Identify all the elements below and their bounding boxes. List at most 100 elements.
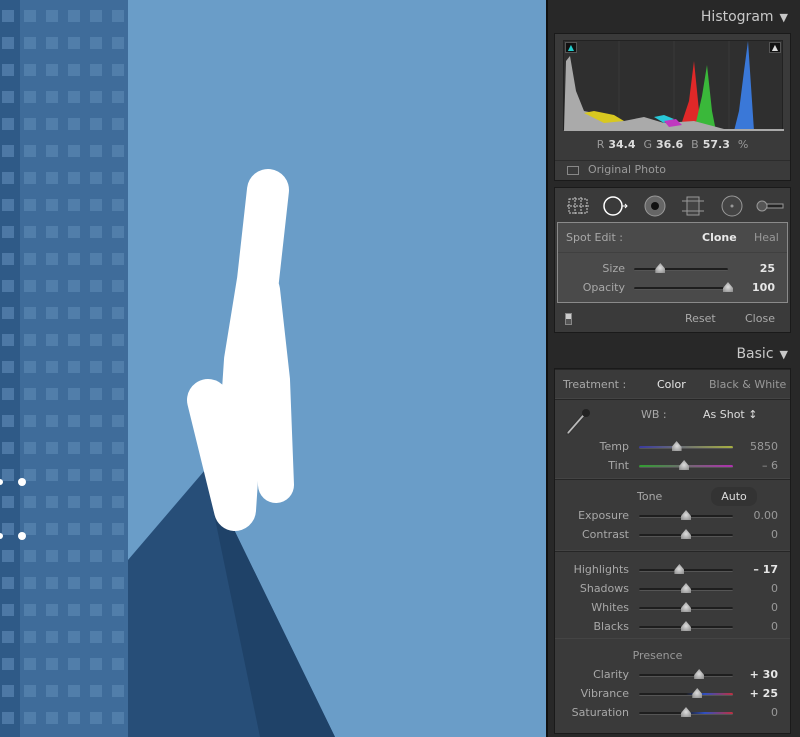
- building-window: [2, 10, 14, 22]
- highlight-clipping-icon[interactable]: ▲: [769, 42, 781, 53]
- treatment-label: Treatment :: [563, 378, 627, 391]
- building-window: [90, 361, 102, 373]
- clarity-slider[interactable]: [639, 669, 733, 679]
- vibrance-slider[interactable]: [639, 688, 733, 698]
- slider-value[interactable]: 0: [771, 598, 778, 617]
- collapse-triangle-icon: ▼: [779, 11, 788, 24]
- slider-thumb[interactable]: [681, 510, 691, 520]
- original-photo-toggle[interactable]: Original Photo: [555, 160, 790, 177]
- crop-overlay-icon[interactable]: [563, 193, 593, 219]
- building-window: [24, 118, 36, 130]
- photo-canvas[interactable]: [0, 0, 546, 737]
- slider-thumb[interactable]: [681, 621, 691, 631]
- slider-label: Opacity: [582, 281, 625, 294]
- whites-slider[interactable]: [639, 602, 733, 612]
- building-window: [24, 658, 36, 670]
- slider-value[interactable]: 0: [771, 579, 778, 598]
- building-window: [112, 172, 124, 184]
- clone-button[interactable]: Clone: [702, 223, 737, 253]
- building-window: [46, 442, 58, 454]
- slider-value[interactable]: – 17: [753, 560, 778, 579]
- slider-value[interactable]: 0: [771, 617, 778, 636]
- building-window: [2, 685, 14, 697]
- building-window: [68, 199, 80, 211]
- close-button[interactable]: Close: [745, 308, 775, 330]
- red-eye-icon[interactable]: [640, 193, 670, 219]
- building-window: [68, 118, 80, 130]
- building-window: [2, 199, 14, 211]
- slider-value[interactable]: + 30: [750, 665, 778, 684]
- slider-value[interactable]: 25: [760, 259, 775, 278]
- auto-tone-button[interactable]: Auto: [711, 487, 757, 506]
- slider-thumb[interactable]: [681, 583, 691, 593]
- building-window: [24, 442, 36, 454]
- building-window: [90, 496, 102, 508]
- building-window: [112, 604, 124, 616]
- slider-thumb[interactable]: [681, 707, 691, 717]
- slider-thumb[interactable]: [674, 564, 685, 574]
- building-window: [2, 226, 14, 238]
- spot-removal-icon[interactable]: [601, 193, 631, 219]
- slider-thumb[interactable]: [655, 263, 666, 273]
- slider-value[interactable]: 5850: [750, 437, 778, 456]
- slider-value[interactable]: 0: [771, 703, 778, 722]
- building-window: [46, 334, 58, 346]
- slider-row-opacity: Opacity 100: [558, 278, 787, 297]
- radial-filter-icon[interactable]: [717, 193, 747, 219]
- adjustment-brush-icon[interactable]: [755, 193, 785, 219]
- building-window: [46, 685, 58, 697]
- size-slider[interactable]: [634, 263, 728, 273]
- building-window: [24, 172, 36, 184]
- building-window: [24, 631, 36, 643]
- building-window: [68, 226, 80, 238]
- building-window: [68, 469, 80, 481]
- shadow-clipping-icon[interactable]: ▲: [565, 42, 577, 53]
- building-window: [24, 604, 36, 616]
- tint-slider[interactable]: [639, 460, 733, 470]
- heal-button[interactable]: Heal: [754, 223, 779, 253]
- building-window: [24, 496, 36, 508]
- slider-thumb[interactable]: [671, 441, 682, 451]
- building-window: [24, 253, 36, 265]
- slider-thumb[interactable]: [694, 669, 705, 679]
- slider-thumb[interactable]: [681, 602, 691, 612]
- panel-toggle-icon[interactable]: [565, 313, 572, 325]
- slider-value[interactable]: 0.00: [754, 506, 779, 525]
- exposure-slider[interactable]: [639, 510, 733, 520]
- blacks-slider[interactable]: [639, 621, 733, 631]
- building-window: [90, 118, 102, 130]
- slider-value[interactable]: 100: [752, 278, 775, 297]
- building-window: [46, 361, 58, 373]
- slider-row-shadows: Shadows 0: [555, 579, 790, 598]
- slider-value[interactable]: + 25: [750, 684, 778, 703]
- building-window: [46, 64, 58, 76]
- opacity-slider[interactable]: [634, 282, 733, 292]
- graduated-filter-icon[interactable]: [678, 193, 708, 219]
- wb-select[interactable]: As Shot ↕: [703, 408, 757, 421]
- slider-label: Saturation: [571, 706, 629, 719]
- building-window: [46, 631, 58, 643]
- slider-thumb[interactable]: [692, 688, 703, 698]
- treatment-black-white[interactable]: Black & White: [709, 370, 786, 400]
- temp-slider[interactable]: [639, 441, 733, 451]
- highlights-slider[interactable]: [639, 564, 733, 574]
- slider-thumb[interactable]: [681, 529, 691, 539]
- slider-thumb[interactable]: [723, 282, 733, 292]
- slider-label: Whites: [591, 601, 629, 614]
- eyedropper-icon[interactable]: [563, 406, 593, 441]
- reset-button[interactable]: Reset: [685, 308, 716, 330]
- slider-value[interactable]: – 6: [762, 456, 778, 475]
- building-window: [112, 631, 124, 643]
- contrast-slider[interactable]: [639, 529, 733, 539]
- slider-thumb[interactable]: [679, 460, 690, 470]
- rgb-readout: R 34.4 G 36.6 B 57.3%: [596, 138, 749, 151]
- histogram-header[interactable]: Histogram ▼: [701, 9, 788, 25]
- building-window: [68, 415, 80, 427]
- saturation-slider[interactable]: [639, 707, 733, 717]
- building-window: [90, 523, 102, 535]
- checkbox-icon[interactable]: [567, 165, 579, 175]
- shadows-slider[interactable]: [639, 583, 733, 593]
- treatment-color[interactable]: Color: [657, 370, 686, 400]
- slider-value[interactable]: 0: [771, 525, 778, 544]
- basic-header[interactable]: Basic ▼: [736, 346, 788, 362]
